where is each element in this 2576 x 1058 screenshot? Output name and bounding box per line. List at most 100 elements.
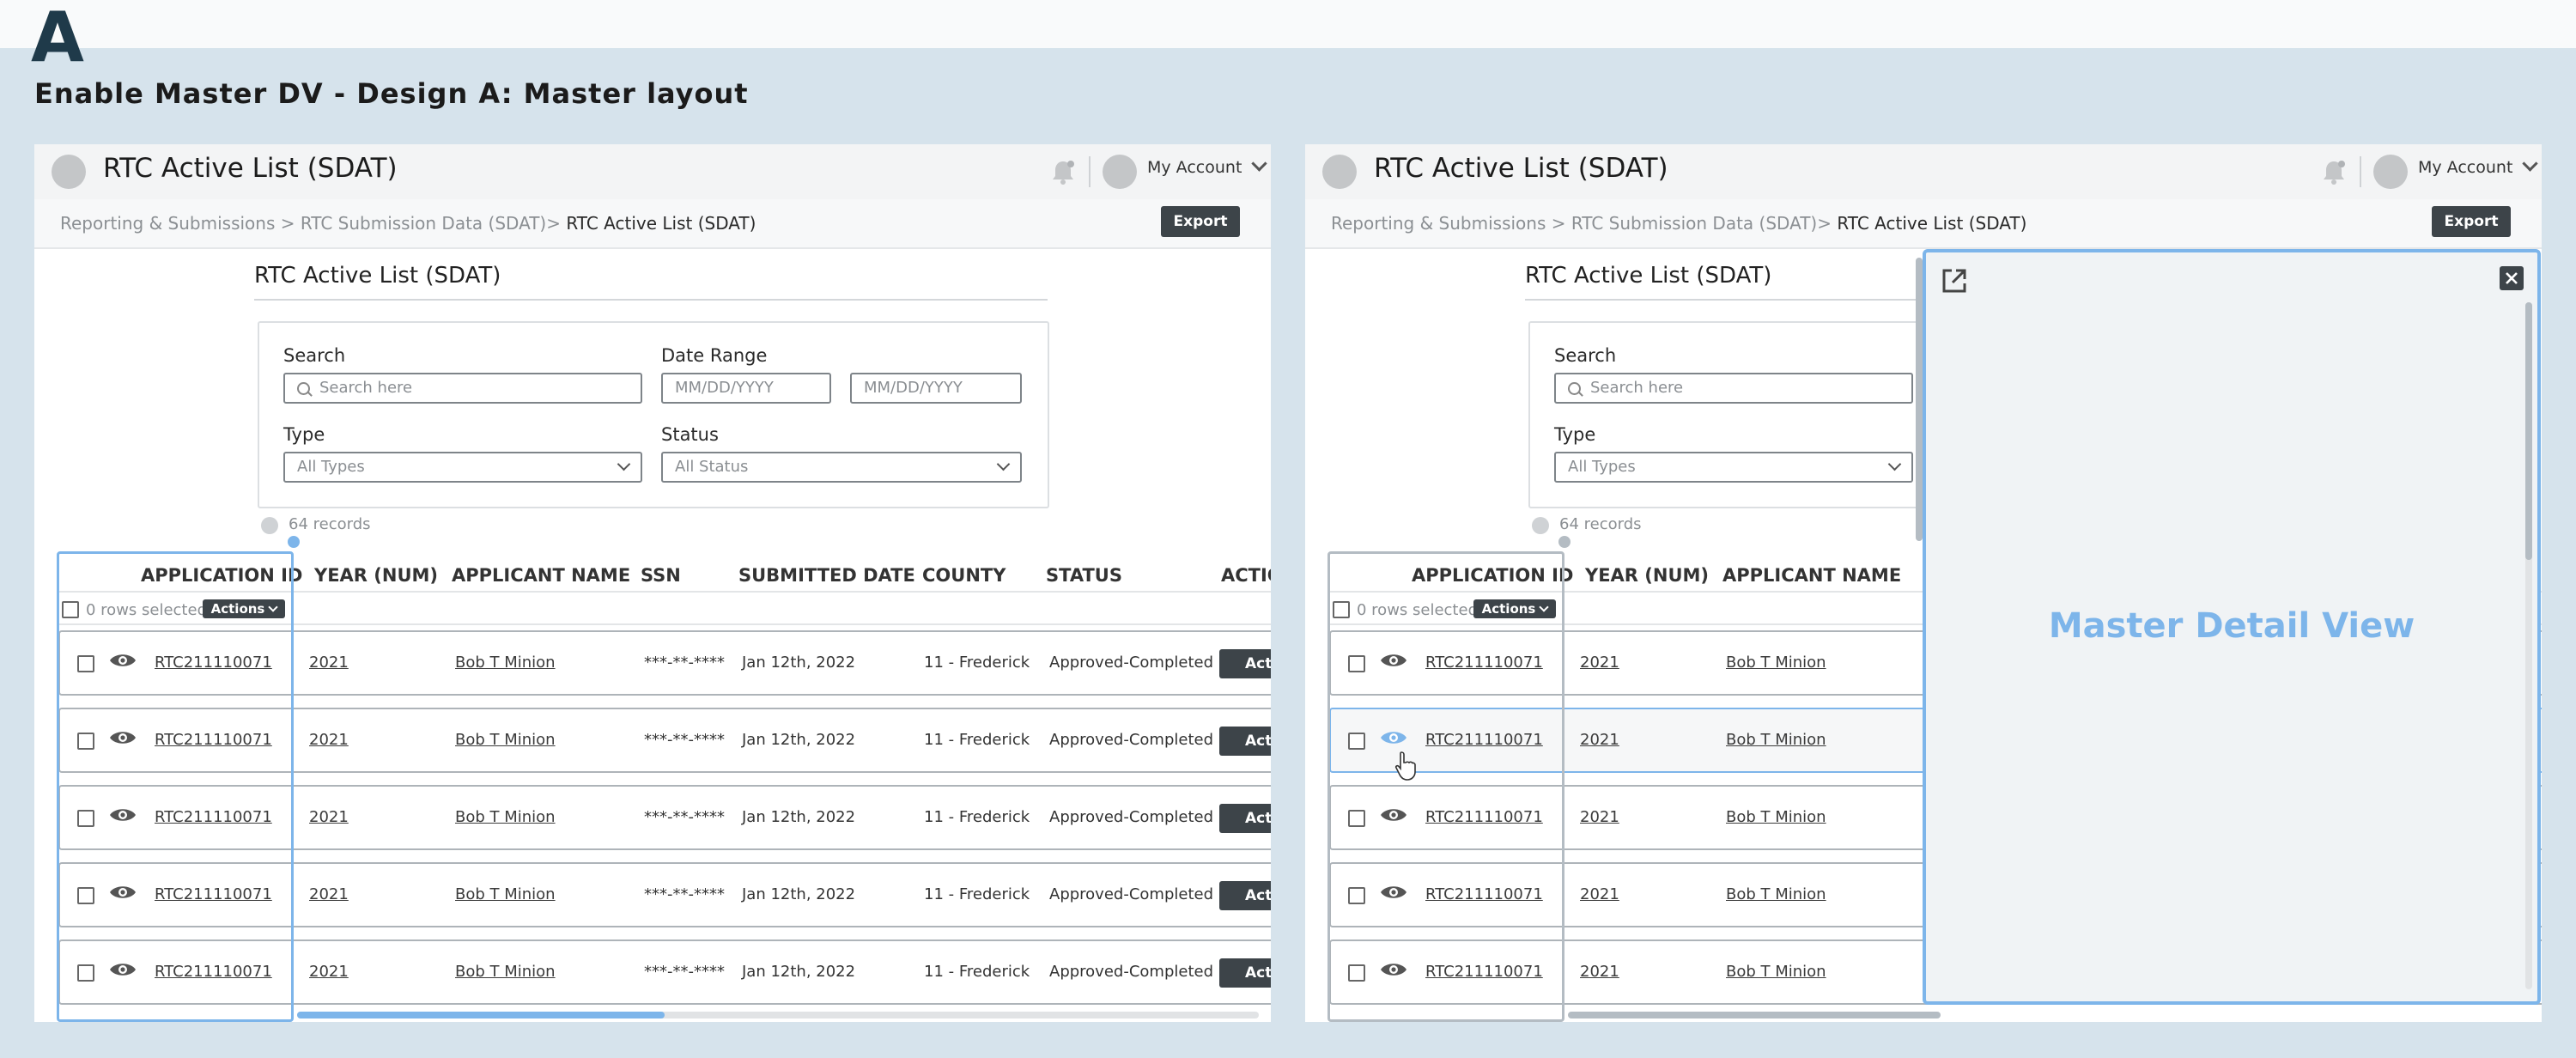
bell-icon[interactable] [1048,156,1078,187]
header-divider [1089,156,1091,187]
detail-vertical-scroll-thumb[interactable] [2525,302,2532,560]
records-indicator [261,517,278,534]
horizontal-scroll-thumb[interactable] [1568,1012,1941,1018]
top-strip [0,0,2576,48]
applicant-name-link[interactable]: Bob T Minion [1726,731,1826,749]
records-indicator [1532,517,1549,534]
year-link[interactable]: 2021 [1580,885,1619,903]
year-link[interactable]: 2021 [309,654,349,672]
search-input[interactable]: Search here [1554,373,1913,404]
applicant-name-link[interactable]: Bob T Minion [1726,885,1826,903]
submitted-date-value: Jan 12th, 2022 [742,731,856,749]
type-select-value: All Types [297,458,365,476]
applicant-name-link[interactable]: Bob T Minion [1726,654,1826,672]
chevron-down-icon [1887,457,1902,471]
title-divider [1525,299,1920,301]
detail-view-title: Master Detail View [2048,606,2415,646]
applicant-name-link[interactable]: Bob T Minion [1726,808,1826,826]
type-select[interactable]: All Types [1554,452,1913,483]
applicant-name-link[interactable]: Bob T Minion [455,731,556,749]
year-link[interactable]: 2021 [309,963,349,981]
export-button[interactable]: Export [2432,206,2511,237]
col-year[interactable]: YEAR (NUM) [314,565,438,586]
frozen-column-outline [1327,551,1564,1022]
year-link[interactable]: 2021 [309,885,349,903]
col-status[interactable]: STATUS [1046,565,1122,586]
col-applicant-name[interactable]: APPLICANT NAME [452,565,630,586]
row-action-button[interactable]: Acti [1219,804,1271,833]
year-link[interactable]: 2021 [1580,808,1619,826]
col-applicant-name[interactable]: APPLICANT NAME [1722,565,1901,586]
applicant-name-link[interactable]: Bob T Minion [455,885,556,903]
year-link[interactable]: 2021 [1580,731,1619,749]
open-external-icon[interactable] [1940,266,1969,295]
avatar[interactable] [1103,155,1137,189]
avatar[interactable] [2373,155,2408,189]
date-to-input[interactable]: MM/DD/YYYY [850,373,1022,404]
row-action-button[interactable]: Acti [1219,727,1271,756]
col-ssn[interactable]: SSN [641,565,681,586]
breadcrumb: Reporting & Submissions > RTC Submission… [1331,213,2026,234]
column-resize-handle[interactable] [286,534,301,550]
list-title: RTC Active List (SDAT) [254,263,501,289]
col-submitted-date[interactable]: SUBMITTED DATE [738,565,915,586]
master-detail-panel: Master Detail View [1923,249,2541,1005]
breadcrumb-current: RTC Active List (SDAT) [1837,213,2027,234]
status-value: Approved-Completed [1049,731,1214,749]
bell-icon[interactable] [2318,156,2349,187]
close-icon [2506,272,2518,284]
ssn-value: ***-**-**** [644,731,725,749]
column-resize-handle[interactable] [1557,534,1572,550]
list-vertical-scroll-thumb[interactable] [1916,258,1923,541]
date-from-input[interactable]: MM/DD/YYYY [661,373,831,404]
status-select-value: All Status [675,458,749,476]
applicant-name-link[interactable]: Bob T Minion [455,963,556,981]
year-link[interactable]: 2021 [309,731,349,749]
breadcrumb-path[interactable]: Reporting & Submissions > RTC Submission… [1331,213,1837,234]
records-count: 64 records [289,515,371,533]
search-input[interactable]: Search here [283,373,642,404]
row-action-button[interactable]: Acti [1219,649,1271,678]
my-account-menu[interactable]: My Account [1147,155,1268,177]
app-title: RTC Active List (SDAT) [1374,153,1668,184]
app-title: RTC Active List (SDAT) [103,153,398,184]
status-select[interactable]: All Status [661,452,1022,483]
app-header: RTC Active List (SDAT) My Account [34,144,1271,199]
col-county[interactable]: COUNTY [922,565,1005,586]
type-label: Type [283,424,325,445]
year-link[interactable]: 2021 [1580,654,1619,672]
section-letter: A [31,0,84,77]
year-link[interactable]: 2021 [309,808,349,826]
status-value: Approved-Completed [1049,808,1214,826]
search-icon [297,382,310,395]
row-action-button[interactable]: Acti [1219,881,1271,910]
year-link[interactable]: 2021 [1580,963,1619,981]
close-button[interactable] [2500,266,2524,290]
type-label: Type [1554,424,1596,445]
chevron-down-icon [996,457,1011,471]
breadcrumb-bar: Reporting & Submissions > RTC Submission… [1305,199,2542,249]
search-placeholder: Search here [1590,379,1684,397]
status-label: Status [661,424,719,445]
export-button[interactable]: Export [1161,206,1240,237]
applicant-name-link[interactable]: Bob T Minion [455,808,556,826]
col-action[interactable]: ACTIO [1221,565,1271,586]
applicant-name-link[interactable]: Bob T Minion [1726,963,1826,981]
county-value: 11 - Frederick [924,885,1030,903]
chevron-down-icon [617,457,631,471]
type-select[interactable]: All Types [283,452,642,483]
records-count: 64 records [1559,515,1642,533]
search-placeholder: Search here [319,379,413,397]
my-account-menu[interactable]: My Account [2418,155,2539,177]
my-account-label: My Account [1147,158,1242,177]
horizontal-scroll-thumb[interactable] [297,1012,665,1018]
search-icon [1568,382,1581,395]
applicant-name-link[interactable]: Bob T Minion [455,654,556,672]
list-title: RTC Active List (SDAT) [1525,263,1772,289]
col-year[interactable]: YEAR (NUM) [1585,565,1709,586]
row-action-button[interactable]: Acti [1219,958,1271,988]
chevron-down-icon [2522,155,2539,172]
breadcrumb-path[interactable]: Reporting & Submissions > RTC Submission… [60,213,566,234]
app-header: RTC Active List (SDAT) My Account [1305,144,2542,199]
app-logo [52,155,86,189]
